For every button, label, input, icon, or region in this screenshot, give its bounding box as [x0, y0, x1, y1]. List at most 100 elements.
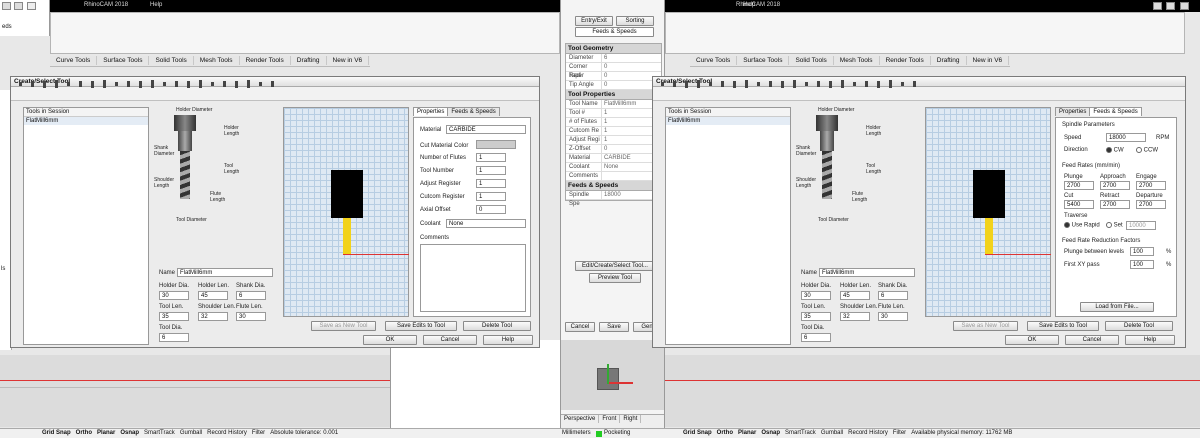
- tool-number-field[interactable]: 1: [476, 166, 506, 175]
- property-row[interactable]: Adjust Regi 1: [566, 136, 661, 145]
- tool-len-field[interactable]: 35: [801, 312, 831, 321]
- ribbon-tab[interactable]: Solid Tools: [149, 56, 194, 65]
- status-toggle[interactable]: Filter: [252, 430, 265, 436]
- tool-type-icon[interactable]: [765, 79, 775, 89]
- tool-type-icon[interactable]: [111, 79, 121, 89]
- tool-type-icon[interactable]: [99, 79, 109, 89]
- help-button[interactable]: Help: [483, 335, 533, 345]
- tool-type-icon[interactable]: [909, 79, 919, 89]
- plunge-between-field[interactable]: 100: [1130, 247, 1154, 256]
- status-toggle[interactable]: Record History: [207, 430, 247, 436]
- color-swatch[interactable]: [476, 140, 516, 149]
- tool-type-icon[interactable]: [39, 79, 49, 89]
- status-toggle[interactable]: Ortho: [76, 430, 92, 436]
- tool-type-icon[interactable]: [255, 79, 265, 89]
- tool-type-icon[interactable]: [219, 79, 229, 89]
- cancel-button[interactable]: Cancel: [1065, 335, 1119, 345]
- tool-type-icon[interactable]: [27, 79, 37, 89]
- close-icon[interactable]: [27, 2, 36, 10]
- ribbon-tab[interactable]: Mesh Tools: [834, 56, 880, 65]
- property-row[interactable]: Tool #1: [566, 109, 661, 118]
- ribbon-tab[interactable]: Drafting: [931, 56, 967, 65]
- tool-type-icon[interactable]: [813, 79, 823, 89]
- feeds-speeds-tab[interactable]: Feeds & Speeds: [575, 27, 654, 37]
- tool-type-icon[interactable]: [885, 79, 895, 89]
- property-row[interactable]: Diameter 6: [566, 54, 661, 63]
- status-toggle[interactable]: Osnap: [761, 430, 780, 436]
- tool-type-icon[interactable]: [873, 79, 883, 89]
- shoulder-len-field[interactable]: 32: [198, 312, 228, 321]
- tool-type-icon[interactable]: [51, 79, 61, 89]
- save-edits-button[interactable]: Save Edits to Tool: [385, 321, 457, 331]
- tool-type-icon[interactable]: [15, 79, 25, 89]
- status-toggle[interactable]: Ortho: [717, 430, 733, 436]
- coolant-select[interactable]: None: [446, 219, 526, 228]
- tool-name-field[interactable]: FlatMill6mm: [819, 268, 915, 277]
- save-as-new-tool-button[interactable]: Save as New Tool: [953, 321, 1018, 331]
- right-restore-icon[interactable]: [1166, 2, 1175, 10]
- tools-in-session-list[interactable]: Tools in Session FlatMill6mm: [23, 107, 149, 345]
- holder-len-field[interactable]: 45: [840, 291, 870, 300]
- status-toggle[interactable]: Planar: [97, 430, 115, 436]
- tool-type-icon[interactable]: [207, 79, 217, 89]
- tool-list-item[interactable]: FlatMill6mm: [24, 117, 148, 125]
- ok-button[interactable]: OK: [1005, 335, 1059, 345]
- status-toggle[interactable]: Grid Snap: [42, 430, 71, 436]
- edit-create-select-tool-button[interactable]: Edit/Create/Select Tool...: [575, 261, 655, 271]
- ribbon-tab[interactable]: New in V6: [967, 56, 1010, 65]
- cw-radio[interactable]: CW: [1106, 147, 1124, 154]
- adjust-register-field[interactable]: 1: [476, 179, 506, 188]
- flute-len-field[interactable]: 30: [236, 312, 266, 321]
- tool-type-icon[interactable]: [789, 79, 799, 89]
- property-row[interactable]: Comments: [566, 172, 661, 181]
- save-as-new-tool-button[interactable]: Save as New Tool: [311, 321, 376, 331]
- delete-tool-button[interactable]: Delete Tool: [463, 321, 531, 331]
- tool-type-icon[interactable]: [837, 79, 847, 89]
- preview-tool-button[interactable]: Preview Tool: [589, 273, 641, 283]
- tool-type-icon[interactable]: [753, 79, 763, 89]
- left-menu-help[interactable]: Help: [150, 2, 162, 8]
- tool-type-icon[interactable]: [231, 79, 241, 89]
- load-from-file-button[interactable]: Load from File...: [1080, 302, 1154, 312]
- status-toggle[interactable]: SmartTrack: [144, 430, 175, 436]
- tool-type-icon[interactable]: [87, 79, 97, 89]
- ribbon-tab[interactable]: Solid Tools: [789, 56, 834, 65]
- tool-list-item[interactable]: FlatMill6mm: [666, 117, 790, 125]
- status-toggle[interactable]: Gumball: [180, 430, 202, 436]
- status-toggle[interactable]: SmartTrack: [785, 430, 816, 436]
- viewport-tab[interactable]: Front: [599, 415, 621, 423]
- help-button[interactable]: Help: [1125, 335, 1175, 345]
- cancel-button[interactable]: Cancel: [423, 335, 477, 345]
- tools-in-session-list[interactable]: Tools in Session FlatMill6mm: [665, 107, 791, 345]
- ribbon-tab[interactable]: Curve Tools: [50, 56, 98, 65]
- property-row[interactable]: Tool Name FlatMill6mm: [566, 100, 661, 109]
- cutcom-register-field[interactable]: 1: [476, 192, 506, 201]
- entry-exit-tab[interactable]: Entry/Exit: [575, 16, 613, 26]
- minimize-icon[interactable]: [2, 2, 11, 10]
- tab-feeds-speeds[interactable]: Feeds & Speeds: [1089, 107, 1142, 116]
- tool-type-icon[interactable]: [897, 79, 907, 89]
- use-rapid-radio[interactable]: Use Rapid: [1064, 222, 1100, 229]
- tool-type-icon[interactable]: [717, 79, 727, 89]
- right-close-icon[interactable]: [1180, 2, 1189, 10]
- tool-type-icon[interactable]: [135, 79, 145, 89]
- shank-dia-field[interactable]: 6: [236, 291, 266, 300]
- save-button[interactable]: Save: [599, 322, 629, 332]
- status-toggle[interactable]: Filter: [893, 430, 906, 436]
- property-row[interactable]: Coolant None: [566, 163, 661, 172]
- tool-type-icon[interactable]: [801, 79, 811, 89]
- tab-feeds-speeds[interactable]: Feeds & Speeds: [447, 107, 500, 116]
- flute-len-field[interactable]: 30: [878, 312, 908, 321]
- tool-type-icon[interactable]: [183, 79, 193, 89]
- ribbon-tab[interactable]: Render Tools: [880, 56, 931, 65]
- cut-field[interactable]: 5400: [1064, 200, 1094, 209]
- tool-type-icon[interactable]: [729, 79, 739, 89]
- tool-type-icon[interactable]: [705, 79, 715, 89]
- holder-len-field[interactable]: 45: [198, 291, 228, 300]
- tool-type-icon[interactable]: [63, 79, 73, 89]
- viewport-tab[interactable]: Perspective: [561, 415, 600, 423]
- departure-field[interactable]: 2700: [1136, 200, 1166, 209]
- status-toggle[interactable]: Gumball: [821, 430, 843, 436]
- comments-textarea[interactable]: [420, 244, 526, 312]
- right-menu-help[interactable]: Help: [743, 2, 755, 8]
